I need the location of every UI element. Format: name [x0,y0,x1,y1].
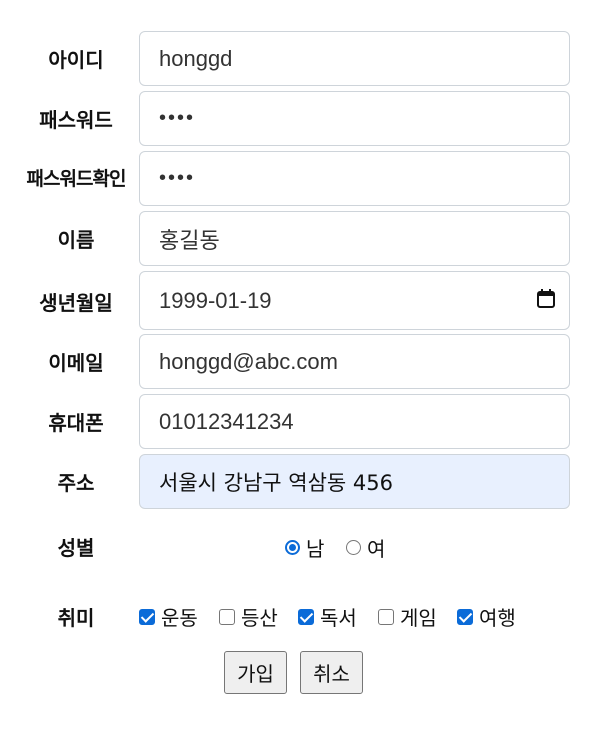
email-label: 이메일 [48,351,104,375]
hobby-hiking-checkbox[interactable] [219,608,235,625]
password-confirm-label: 패스워드확인 [26,168,127,190]
hobby-option-reading[interactable]: 독서 [298,602,357,631]
email-value: honggd@abc.com [159,348,338,374]
hobby-option-hiking[interactable]: 등산 [219,602,278,631]
hobby-hiking-label: 등산 [241,606,278,630]
hobby-travel-checkbox[interactable] [457,608,473,625]
hobby-exercise-label: 운동 [161,606,198,630]
phone-label: 휴대폰 [48,411,104,435]
phone-input[interactable]: 01012341234 [139,394,570,449]
hobby-game-label: 게임 [400,606,437,630]
hobby-reading-label: 독서 [320,606,357,630]
gender-option-female[interactable]: 여 [346,533,385,562]
gender-label: 성별 [57,536,95,560]
hobby-exercise-checkbox[interactable] [139,608,155,625]
gender-female-label: 여 [367,537,386,561]
birth-date-input[interactable]: 1999-01-19 [139,271,570,330]
hobby-option-exercise[interactable]: 운동 [139,602,198,631]
birth-label: 생년월일 [39,291,113,315]
phone-value: 01012341234 [159,408,294,434]
calendar-icon[interactable] [537,289,555,308]
birth-value: 1999-01-19 [159,287,272,313]
name-input[interactable]: 홍길동 [139,211,570,266]
address-input[interactable]: 서울시 강남구 역삼동 456 [139,454,570,509]
name-label: 이름 [57,228,95,252]
hobby-option-travel[interactable]: 여행 [457,602,516,631]
gender-male-radio[interactable] [285,540,300,555]
userid-label: 아이디 [48,48,104,72]
password-confirm-value: •••• [159,167,196,189]
userid-input[interactable]: honggd [139,31,570,86]
submit-button[interactable]: 가입 [224,651,287,694]
userid-value: honggd [159,45,233,71]
password-input[interactable]: •••• [139,91,570,146]
gender-option-male[interactable]: 남 [285,533,324,562]
cancel-button[interactable]: 취소 [300,651,363,694]
password-label: 패스워드 [39,108,113,132]
password-value: •••• [159,107,196,129]
email-input[interactable]: honggd@abc.com [139,334,570,389]
hobby-reading-checkbox[interactable] [298,608,314,625]
hobby-label: 취미 [57,606,95,630]
name-value: 홍길동 [159,227,220,253]
hobby-option-game[interactable]: 게임 [378,602,437,631]
address-label: 주소 [57,471,95,495]
address-value: 서울시 강남구 역삼동 456 [159,470,393,495]
hobby-game-checkbox[interactable] [378,608,394,625]
password-confirm-input[interactable]: •••• [139,151,570,206]
hobby-travel-label: 여행 [479,606,516,630]
gender-female-radio[interactable] [346,540,361,555]
gender-male-label: 남 [306,537,325,561]
